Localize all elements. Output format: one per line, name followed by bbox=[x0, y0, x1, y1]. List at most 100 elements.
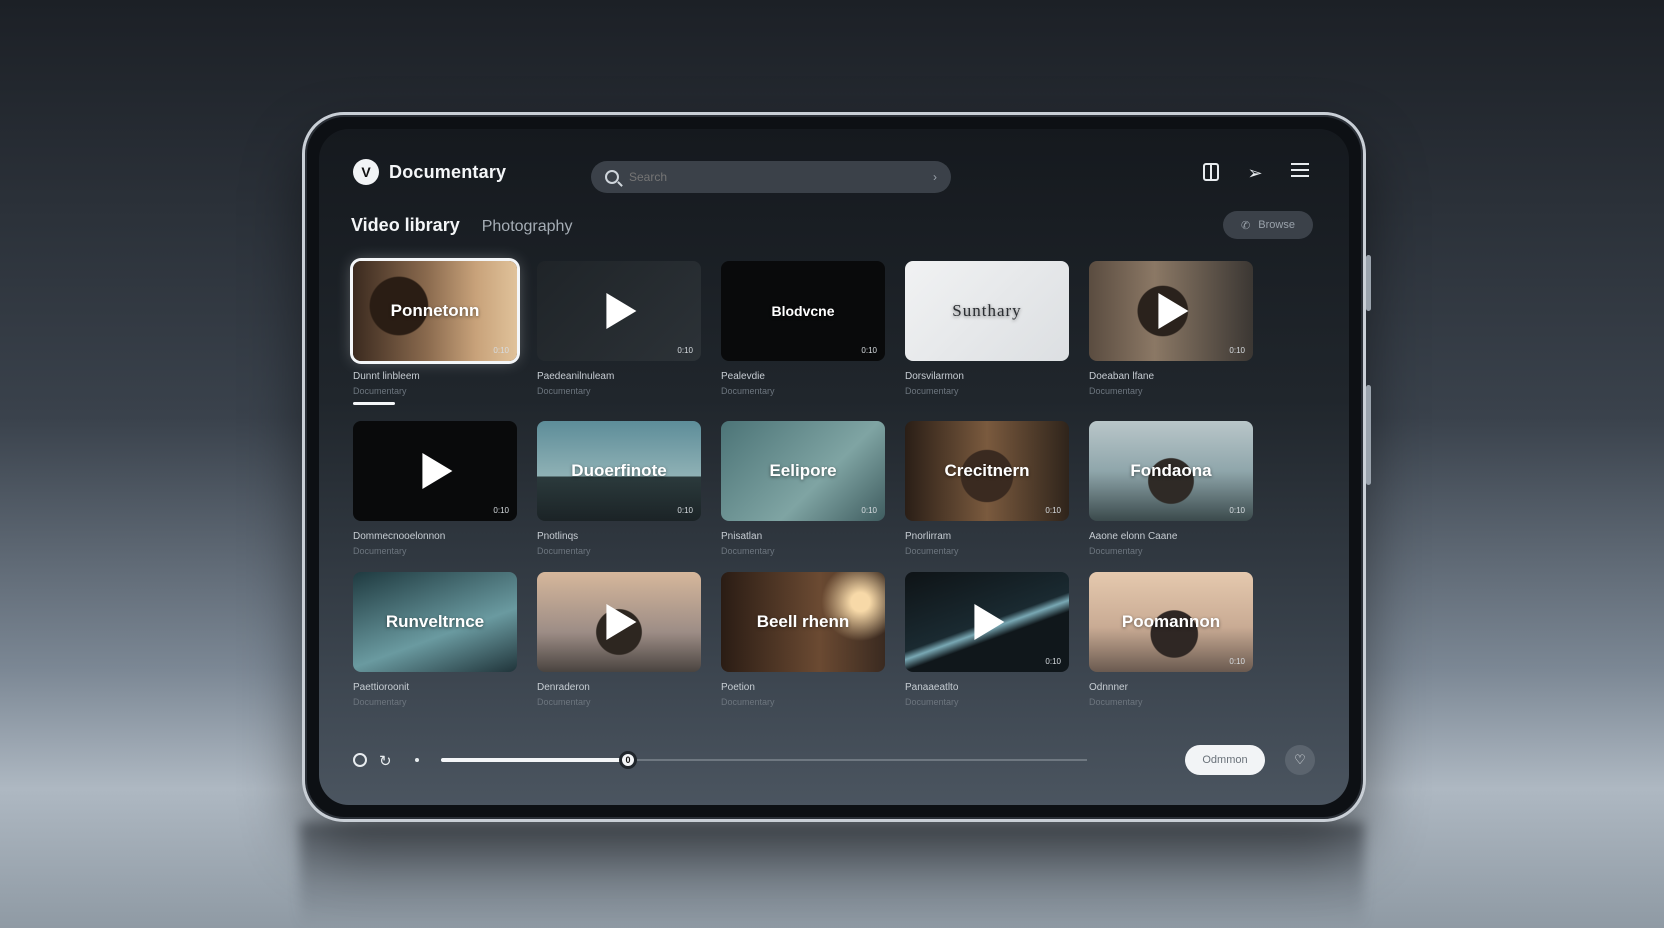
side-button bbox=[1366, 255, 1371, 311]
thumbnail-title: Sunthary bbox=[952, 301, 1022, 320]
thumbnail-title: Ponnetonn bbox=[390, 301, 480, 320]
video-caption: Pealevdie bbox=[721, 371, 765, 382]
play-icon[interactable] bbox=[606, 604, 637, 640]
video-caption: Poetion bbox=[721, 682, 755, 693]
video-card[interactable]: Fondaona 0:10 Aaone elonn Caane Documentary bbox=[1089, 421, 1253, 556]
video-caption: Paedeanilnuleam bbox=[537, 371, 615, 382]
video-subtitle: Documentary bbox=[905, 546, 959, 556]
video-caption: Dorsvilarmon bbox=[905, 371, 964, 382]
video-subtitle: Documentary bbox=[537, 546, 591, 556]
video-thumbnail[interactable]: Poomannon 0:10 bbox=[1089, 572, 1253, 672]
tablet-device: V Documentary › ➢ Video library Photogra… bbox=[302, 112, 1371, 822]
video-card[interactable]: Duoerfinote 0:10 Pnotlinqs Documentary bbox=[537, 421, 701, 556]
menu-icon[interactable] bbox=[1291, 163, 1309, 177]
video-subtitle: Documentary bbox=[1089, 697, 1143, 707]
browse-button[interactable]: ✆ Browse bbox=[1223, 211, 1313, 239]
video-caption: Paettioroonit bbox=[353, 682, 410, 693]
thumbnail-title: Duoerfinote bbox=[571, 461, 667, 480]
play-icon[interactable] bbox=[974, 604, 1005, 640]
video-card[interactable]: Eelipore 0:10 Pnisatlan Documentary bbox=[721, 421, 885, 556]
video-thumbnail[interactable]: Sunthary bbox=[905, 261, 1069, 361]
dot-icon[interactable] bbox=[415, 758, 419, 762]
duration-label: 0:10 bbox=[493, 346, 509, 355]
thumbnail-title: Runveltrnce bbox=[385, 612, 485, 631]
video-card[interactable]: Beell rhenn Poetion Documentary bbox=[721, 572, 885, 707]
play-icon[interactable] bbox=[422, 453, 453, 489]
send-icon[interactable]: ➢ bbox=[1245, 163, 1265, 183]
video-card[interactable]: 0:10 Paedeanilnuleam Documentary bbox=[537, 261, 701, 405]
video-subtitle: Documentary bbox=[353, 386, 407, 396]
video-thumbnail[interactable]: 0:10 bbox=[1089, 261, 1253, 361]
duration-label: 0:10 bbox=[677, 346, 693, 355]
video-subtitle: Documentary bbox=[537, 697, 591, 707]
search-bar[interactable]: › bbox=[591, 161, 951, 193]
video-thumbnail[interactable]: 0:10 bbox=[905, 572, 1069, 672]
duration-label: 0:10 bbox=[1229, 657, 1245, 666]
thumbnail-title: Beell rhenn bbox=[756, 612, 850, 631]
play-icon[interactable] bbox=[606, 293, 637, 329]
video-caption: Pnorlirram bbox=[905, 531, 952, 542]
video-caption: Dunnt linbleem bbox=[353, 371, 420, 382]
video-thumbnail[interactable]: Duoerfinote 0:10 bbox=[537, 421, 701, 521]
video-card[interactable]: Blodvcne 0:10 Pealevdie Documentary bbox=[721, 261, 885, 405]
video-subtitle: Documentary bbox=[721, 386, 775, 396]
search-input[interactable] bbox=[629, 170, 923, 184]
thumbnail-title: Poomannon bbox=[1121, 612, 1221, 631]
video-caption: Pnisatlan bbox=[721, 531, 763, 542]
chevron-right-icon[interactable]: › bbox=[933, 170, 937, 184]
floor-reflection bbox=[300, 822, 1364, 928]
logo[interactable]: V Documentary bbox=[353, 159, 506, 185]
duration-label: 0:10 bbox=[493, 506, 509, 515]
video-card[interactable]: Denraderon Documentary bbox=[537, 572, 701, 707]
video-card[interactable]: 0:10 Dommecnooelonnon Documentary bbox=[353, 421, 517, 556]
video-thumbnail[interactable]: 0:10 bbox=[537, 261, 701, 361]
video-thumbnail[interactable]: Ponnetonn 0:10 bbox=[353, 261, 517, 361]
video-card[interactable]: Poomannon 0:10 Odnnner Documentary bbox=[1089, 572, 1253, 707]
side-button bbox=[1366, 385, 1371, 485]
video-subtitle: Documentary bbox=[353, 697, 407, 707]
video-thumbnail[interactable]: Fondaona 0:10 bbox=[1089, 421, 1253, 521]
thumbnail-title: Fondaona bbox=[1130, 461, 1212, 480]
video-thumbnail[interactable]: 0:10 bbox=[353, 421, 517, 521]
logo-icon: V bbox=[353, 159, 379, 185]
video-subtitle: Documentary bbox=[1089, 386, 1143, 396]
video-subtitle: Documentary bbox=[721, 697, 775, 707]
player-bar: ↻ 0 Odmmon ♡ bbox=[353, 745, 1315, 781]
loop-icon[interactable]: ↻ bbox=[379, 752, 392, 770]
video-card[interactable]: Runveltrnce Paettioroonit Documentary bbox=[353, 572, 517, 707]
video-caption: Odnnner bbox=[1089, 682, 1128, 693]
header: V Documentary › ➢ bbox=[319, 129, 1349, 209]
tab-photography[interactable]: Photography bbox=[482, 218, 573, 236]
record-icon[interactable] bbox=[353, 753, 367, 767]
video-thumbnail[interactable] bbox=[537, 572, 701, 672]
video-card[interactable]: Sunthary Dorsvilarmon Documentary bbox=[905, 261, 1069, 405]
video-card[interactable]: Crecitnern 0:10 Pnorlirram Documentary bbox=[905, 421, 1069, 556]
video-thumbnail[interactable]: Crecitnern 0:10 bbox=[905, 421, 1069, 521]
video-thumbnail[interactable]: Beell rhenn bbox=[721, 572, 885, 672]
duration-label: 0:10 bbox=[861, 506, 877, 515]
duration-label: 0:10 bbox=[1045, 506, 1061, 515]
progress-fill bbox=[441, 758, 628, 762]
duration-label: 0:10 bbox=[677, 506, 693, 515]
video-subtitle: Documentary bbox=[537, 386, 591, 396]
video-thumbnail[interactable]: Blodvcne 0:10 bbox=[721, 261, 885, 361]
video-thumbnail[interactable]: Runveltrnce bbox=[353, 572, 517, 672]
tab-bar: Video library Photography bbox=[351, 215, 572, 236]
tab-video-library[interactable]: Video library bbox=[351, 215, 460, 236]
video-caption: Doeaban lfane bbox=[1089, 371, 1155, 382]
video-card[interactable]: Ponnetonn 0:10 Dunnt linbleem Documentary bbox=[353, 261, 517, 405]
book-icon[interactable] bbox=[1203, 163, 1219, 181]
video-thumbnail[interactable]: Eelipore 0:10 bbox=[721, 421, 885, 521]
video-card[interactable]: 0:10 Doeaban lfane Documentary bbox=[1089, 261, 1253, 405]
play-icon[interactable] bbox=[1158, 293, 1189, 329]
duration-label: 0:10 bbox=[1045, 657, 1061, 666]
heart-icon[interactable]: ♡ bbox=[1285, 745, 1315, 775]
video-caption: Denraderon bbox=[537, 682, 590, 693]
video-subtitle: Documentary bbox=[1089, 546, 1143, 556]
progress-knob[interactable]: 0 bbox=[619, 751, 637, 769]
video-card[interactable]: 0:10 Panaaeatlto Documentary bbox=[905, 572, 1069, 707]
video-caption: Aaone elonn Caane bbox=[1089, 531, 1178, 542]
selection-underline bbox=[353, 402, 395, 405]
primary-action-button[interactable]: Odmmon bbox=[1185, 745, 1265, 775]
progress-track[interactable]: 0 bbox=[441, 751, 1087, 769]
